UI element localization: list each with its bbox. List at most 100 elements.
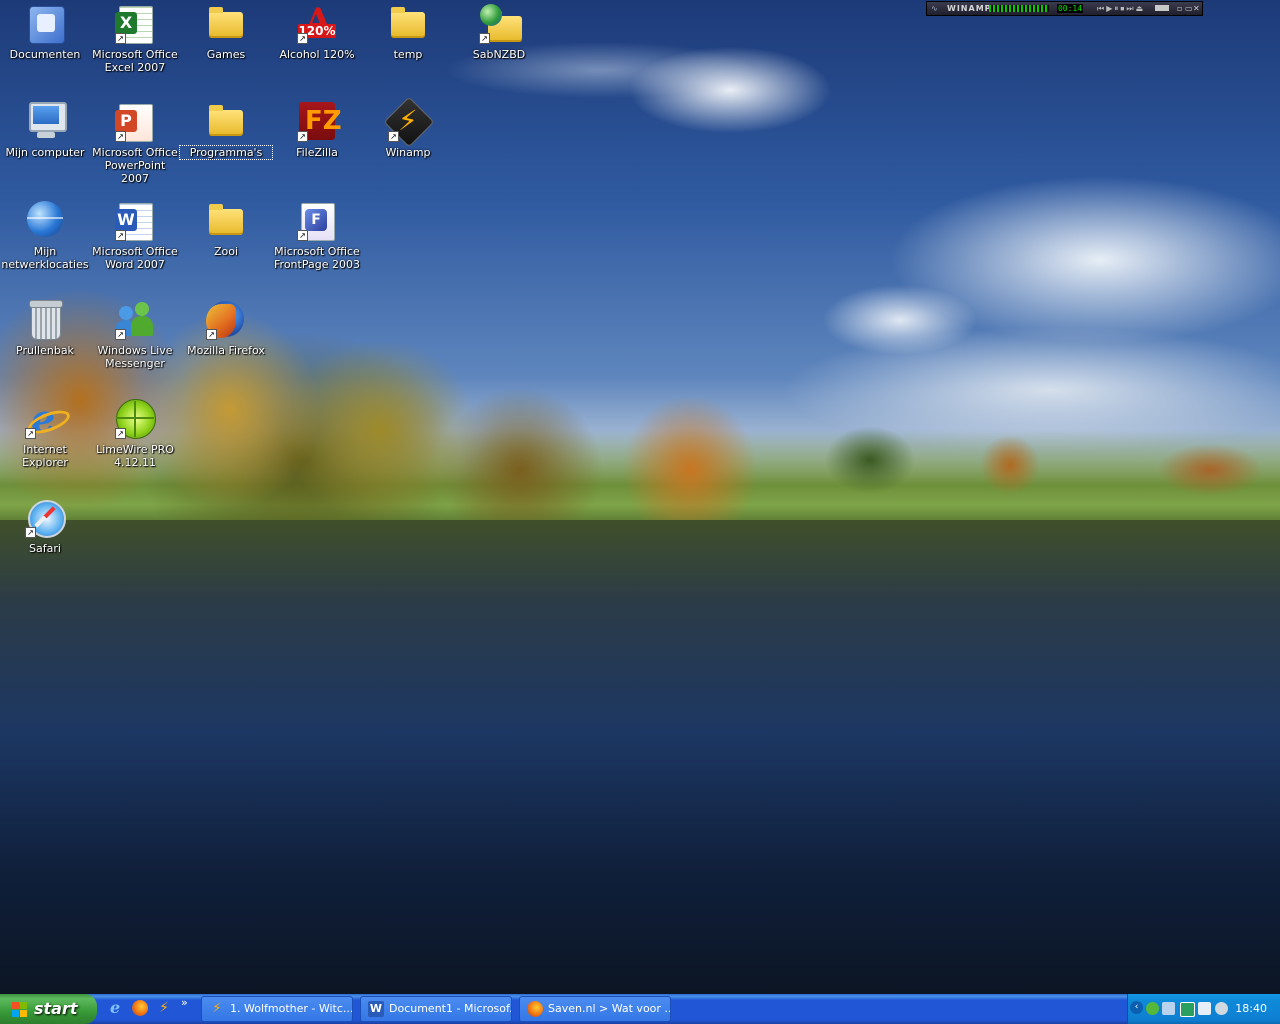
icon-label: Windows Live Messenger	[97, 344, 173, 370]
icon-label: Winamp	[385, 146, 431, 159]
windows-flag-icon	[12, 1002, 27, 1017]
winamp-toggle-shade-icon[interactable]: ▭	[1185, 2, 1193, 15]
messenger-buddies-icon: ↗	[115, 300, 155, 340]
shortcut-arrow-icon: ↗	[479, 33, 490, 44]
icon-label: Zooi	[213, 245, 239, 258]
desktop-icon-documenten[interactable]: Documenten	[0, 4, 91, 61]
taskbar-button-firefox[interactable]: Saven.nl > Wat voor ...	[519, 996, 671, 1022]
desktop-icon-powerpoint-2007[interactable]: P ↗ Microsoft Office PowerPoint 2007	[89, 102, 181, 185]
desktop-icon-word-2007[interactable]: W ↗ Microsoft Office Word 2007	[89, 201, 181, 271]
desktop-icon-limewire-pro[interactable]: ↗ LimeWire PRO 4.12.11	[89, 399, 181, 469]
powerpoint-icon: P ↗	[115, 102, 155, 142]
icon-label: Safari	[29, 542, 61, 555]
system-tray: ‹ 18:40	[1127, 994, 1280, 1024]
desktop-icon-mijn-computer[interactable]: Mijn computer	[0, 102, 91, 159]
start-label: start	[34, 999, 78, 1018]
icon-label: FileZilla	[296, 146, 338, 159]
desktop-icon-alcohol-120[interactable]: A 120% ↗ Alcohol 120%	[271, 4, 363, 61]
shortcut-arrow-icon: ↗	[115, 329, 126, 340]
winamp-title: WINAMP	[947, 4, 992, 13]
network-tray-icon[interactable]	[1162, 1002, 1175, 1015]
wallpaper-distant-trees	[780, 410, 1280, 510]
tray-clock[interactable]: 18:40	[1235, 1002, 1267, 1015]
recycle-bin-icon	[25, 300, 65, 340]
desktop-icon-windows-live-messenger[interactable]: ↗ Windows Live Messenger	[89, 300, 181, 370]
network-globe-icon	[25, 201, 65, 241]
computer-icon	[25, 102, 67, 142]
taskbar-button-winamp[interactable]: ⚡ 1. Wolfmother - Witc...	[201, 996, 353, 1022]
tray-expand-chevron-icon[interactable]: ‹	[1130, 1001, 1143, 1014]
shortcut-arrow-icon: ↗	[25, 428, 36, 439]
desktop-icon-games[interactable]: Games	[180, 4, 272, 61]
winamp-visualizer	[989, 5, 1049, 12]
word-icon: W ↗	[115, 201, 155, 241]
security-tray-icon[interactable]	[1180, 1002, 1195, 1017]
shortcut-arrow-icon: ↗	[206, 329, 217, 340]
winamp-position-slider[interactable]	[1155, 5, 1169, 11]
winamp-lightning-icon: ⚡ ↗	[383, 96, 435, 148]
volume-tray-icon[interactable]	[1215, 1002, 1228, 1015]
icon-label: Alcohol 120%	[279, 48, 355, 61]
desktop-icon-mijn-netwerklocaties[interactable]: Mijn netwerklocaties	[0, 201, 91, 271]
desktop-icon-frontpage-2003[interactable]: F ↗ Microsoft Office FrontPage 2003	[271, 201, 363, 271]
desktop-icon-temp[interactable]: temp	[362, 4, 454, 61]
winamp-menu-icon[interactable]: ∿	[931, 2, 938, 15]
desktop-icon-zooi[interactable]: Zooi	[180, 201, 272, 258]
firefox-icon: ↗	[206, 300, 246, 340]
folder-icon	[206, 4, 246, 44]
icon-label: Internet Explorer	[22, 443, 68, 469]
icon-label: SabNZBD	[472, 48, 526, 61]
desktop-icon-winamp[interactable]: ⚡ ↗ Winamp	[362, 96, 454, 159]
shortcut-arrow-icon: ↗	[115, 230, 126, 241]
shortcut-arrow-icon: ↗	[297, 131, 308, 142]
wallpaper-lake-reflection	[0, 520, 1280, 994]
start-button[interactable]: start	[0, 994, 97, 1024]
desktop-icon-excel-2007[interactable]: X ↗ Microsoft Office Excel 2007	[89, 4, 181, 74]
winamp-minimize-icon[interactable]: ▫	[1177, 2, 1182, 15]
word-icon: W	[368, 1001, 384, 1017]
internet-explorer-icon[interactable]: e	[108, 998, 124, 1017]
task-label: 1. Wolfmother - Witc...	[230, 1002, 353, 1015]
shortcut-arrow-icon: ↗	[297, 230, 308, 241]
folder-icon	[388, 4, 428, 44]
safari-compass-icon: ↗	[25, 498, 66, 538]
taskbar-button-word-document[interactable]: W Document1 - Microsof...	[360, 996, 512, 1022]
icon-label: Programma's	[179, 145, 273, 160]
icon-label: Prullenbak	[16, 344, 74, 357]
desktop-icon-sabnzbd[interactable]: ↗ SabNZBD	[453, 4, 545, 61]
messenger-tray-icon[interactable]	[1146, 1002, 1159, 1015]
winamp-icon[interactable]: ⚡	[156, 1000, 172, 1016]
winamp-windowshade-player[interactable]: ∿ WINAMP 00:14 ⏮▶⏸⏹⏭⏏ ▫ ▭ ✕	[926, 1, 1203, 16]
icon-label: Microsoft Office PowerPoint 2007	[92, 146, 178, 185]
shortcut-arrow-icon: ↗	[115, 131, 126, 142]
taskbar: start e ⚡ » ⚡ 1. Wolfmother - Witc... W …	[0, 994, 1280, 1024]
shortcut-arrow-icon: ↗	[115, 33, 126, 44]
desktop-icon-internet-explorer[interactable]: e ↗ Internet Explorer	[0, 399, 91, 469]
desktop-icon-filezilla[interactable]: FZ ↗ FileZilla	[271, 102, 363, 159]
shortcut-arrow-icon: ↗	[25, 527, 36, 538]
documents-folder-icon	[25, 4, 65, 44]
winamp-close-icon[interactable]: ✕	[1193, 2, 1200, 15]
firefox-icon[interactable]	[132, 1000, 148, 1016]
icon-label: Mijn netwerklocaties	[1, 245, 89, 271]
task-label: Document1 - Microsof...	[389, 1002, 512, 1015]
icon-label: Microsoft Office Word 2007	[92, 245, 178, 271]
desktop-icon-safari[interactable]: ↗ Safari	[0, 498, 91, 555]
folder-icon	[206, 201, 246, 241]
desktop-icon-programmas[interactable]: Programma's	[179, 102, 273, 160]
filezilla-icon: FZ ↗	[297, 102, 342, 142]
icon-label: Mozilla Firefox	[187, 344, 265, 357]
winamp-time-display: 00:14	[1057, 4, 1083, 13]
internet-explorer-icon: e ↗	[25, 399, 73, 439]
quick-launch-more-button[interactable]: »	[181, 996, 188, 1009]
desktop-icon-prullenbak[interactable]: Prullenbak	[0, 300, 91, 357]
mail-tray-icon[interactable]	[1198, 1002, 1211, 1015]
task-label: Saven.nl > Wat voor ...	[548, 1002, 671, 1015]
alcohol-120-icon: A 120% ↗	[297, 1, 336, 44]
icon-label: temp	[393, 48, 423, 61]
winamp-icon: ⚡	[212, 1001, 222, 1016]
winamp-transport-controls[interactable]: ⏮▶⏸⏹⏭⏏	[1097, 2, 1145, 15]
desktop-icon-mozilla-firefox[interactable]: ↗ Mozilla Firefox	[180, 300, 272, 357]
shortcut-arrow-icon: ↗	[297, 33, 308, 44]
limewire-icon: ↗	[115, 399, 156, 439]
